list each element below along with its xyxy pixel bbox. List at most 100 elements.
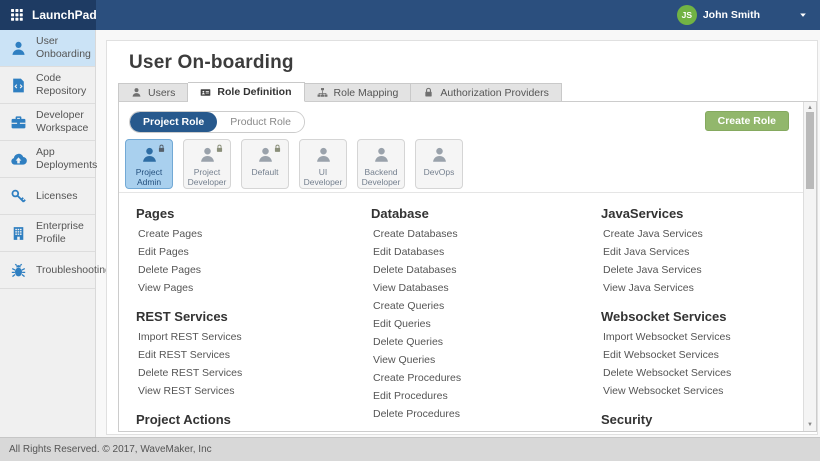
permission-section: DatabaseCreate DatabasesEdit DatabasesDe… xyxy=(371,206,601,423)
briefcase-icon xyxy=(10,114,27,131)
sidebar-item-troubleshooting[interactable]: Troubleshooting xyxy=(0,252,95,289)
tab-authorization-providers[interactable]: Authorization Providers xyxy=(411,83,562,102)
main-panel: User On-boarding UsersRole DefinitionRol… xyxy=(106,40,818,435)
sidebar-item-developer-workspace[interactable]: DeveloperWorkspace xyxy=(0,104,95,141)
permission-section: Project Actions xyxy=(136,412,371,427)
apps-grid-icon[interactable] xyxy=(10,8,24,22)
role-card-label-line: Developer xyxy=(304,178,343,188)
permission-section: Security xyxy=(601,412,803,427)
sidebar-item-licenses[interactable]: Licenses xyxy=(0,178,95,215)
permission-section: Websocket Services Import Websocket Servi… xyxy=(601,309,803,400)
role-card-default[interactable]: Default xyxy=(241,139,289,189)
tab-label: Role Definition xyxy=(217,86,291,98)
lock-icon xyxy=(273,144,282,153)
permission-item: Delete Queries xyxy=(371,333,601,351)
sidebar-item-label-line: Developer xyxy=(36,109,88,122)
sidebar-item-label: UserOnboarding xyxy=(36,35,91,61)
role-card-backend-developer[interactable]: BackendDeveloper xyxy=(357,139,405,189)
role-card-project-admin[interactable]: ProjectAdmin xyxy=(125,139,173,189)
sidebar-item-label: EnterpriseProfile xyxy=(36,220,84,246)
lock-icon xyxy=(215,144,224,153)
code-file-icon xyxy=(10,77,27,94)
permission-group-title: JavaServices xyxy=(601,206,803,221)
role-card-label: ProjectDeveloper xyxy=(188,168,227,187)
tab-role-definition[interactable]: Role Definition xyxy=(188,82,304,102)
permission-item: Delete Procedures xyxy=(371,405,601,423)
permission-item: Edit Websocket Services xyxy=(601,346,803,364)
permission-item: Create Java Services xyxy=(601,225,803,243)
permission-item: Edit Java Services xyxy=(601,243,803,261)
copyright-text: All Rights Reserved. © 2017, WaveMaker, … xyxy=(9,444,212,455)
cloud-upload-icon xyxy=(10,151,27,168)
tab-label: Users xyxy=(148,87,175,99)
tab-bar: Users Role Definition Role Mapping Authoriz… xyxy=(118,82,562,102)
user-icon xyxy=(372,146,391,164)
sidebar-item-enterprise-profile[interactable]: EnterpriseProfile xyxy=(0,215,95,252)
sidebar-item-label: Troubleshooting xyxy=(36,264,111,277)
permission-item: Edit REST Services xyxy=(136,346,371,364)
avatar[interactable]: JS xyxy=(677,5,697,25)
role-card-ui-developer[interactable]: UIDeveloper xyxy=(299,139,347,189)
lock-icon xyxy=(423,87,434,98)
permission-item: Delete REST Services xyxy=(136,364,371,382)
create-role-button[interactable]: Create Role xyxy=(705,111,789,131)
sidebar-item-label: DeveloperWorkspace xyxy=(36,109,88,135)
permission-item: View Websocket Services xyxy=(601,382,803,400)
role-card-devops[interactable]: DevOps xyxy=(415,139,463,189)
sidebar-item-label-line: Troubleshooting xyxy=(36,264,111,277)
user-icon xyxy=(140,146,159,164)
sidebar-item-label-line: Licenses xyxy=(36,190,77,203)
permission-item: View Java Services xyxy=(601,279,803,297)
sidebar-item-label: Licenses xyxy=(36,190,77,203)
role-card-label: DevOps xyxy=(424,168,455,178)
permission-item: View Queries xyxy=(371,351,601,369)
role-card-label-line: Admin xyxy=(136,178,162,188)
sidebar-item-label-line: Workspace xyxy=(36,122,88,135)
user-icon xyxy=(314,146,333,164)
sidebar-item-label-line: App xyxy=(36,146,97,159)
permission-item: Delete Databases xyxy=(371,261,601,279)
caret-down-icon[interactable] xyxy=(798,10,808,20)
role-definition-pane: Project RoleProduct Role Create Role Pro… xyxy=(118,101,817,432)
permission-item: View Pages xyxy=(136,279,371,297)
tab-users[interactable]: Users xyxy=(118,83,188,102)
key-icon xyxy=(10,188,27,205)
scroll-up-arrow-icon[interactable]: ▲ xyxy=(804,104,816,112)
app-brand: LaunchPad xyxy=(0,0,96,30)
sidebar-item-label: CodeRepository xyxy=(36,72,86,98)
permission-item: Import REST Services xyxy=(136,328,371,346)
user-menu[interactable]: JS John Smith xyxy=(677,5,820,25)
role-card-label-line: Default xyxy=(252,168,279,178)
bug-icon xyxy=(10,262,27,279)
permission-section: JavaServices Create Java ServicesEdit Jav… xyxy=(601,206,803,297)
sidebar-item-label: AppDeployments xyxy=(36,146,97,172)
permission-section: PagesCreate PagesEdit PagesDelete PagesV… xyxy=(136,206,371,297)
sidebar-item-code-repository[interactable]: CodeRepository xyxy=(0,67,95,104)
sidebar-item-user-onboarding[interactable]: UserOnboarding xyxy=(0,30,95,67)
scrollbar-thumb[interactable] xyxy=(806,112,814,189)
scroll-down-arrow-icon[interactable]: ▼ xyxy=(804,421,816,429)
user-icon xyxy=(131,87,142,98)
vertical-scrollbar[interactable]: ▲ ▼ xyxy=(803,102,816,431)
id-card-icon xyxy=(200,87,211,98)
role-type-tab-product-role[interactable]: Product Role xyxy=(217,112,304,132)
user-icon xyxy=(430,146,449,164)
permission-item: Import Websocket Services xyxy=(601,328,803,346)
role-card-project-developer[interactable]: ProjectDeveloper xyxy=(183,139,231,189)
lock-icon xyxy=(157,144,166,153)
role-card-label: UIDeveloper xyxy=(304,168,343,187)
permission-item: Edit Procedures xyxy=(371,387,601,405)
permission-item: Delete Pages xyxy=(136,261,371,279)
permission-item: View REST Services xyxy=(136,382,371,400)
sidebar-item-label-line: Repository xyxy=(36,85,86,98)
permission-group-title: Websocket Services xyxy=(601,309,803,324)
sidebar-item-app-deployments[interactable]: AppDeployments xyxy=(0,141,95,178)
role-type-tab-project-role[interactable]: Project Role xyxy=(130,112,217,132)
tab-label: Role Mapping xyxy=(334,87,399,99)
permission-item: Edit Pages xyxy=(136,243,371,261)
user-icon xyxy=(256,146,275,164)
permission-group-title: REST Services xyxy=(136,309,371,324)
tab-role-mapping[interactable]: Role Mapping xyxy=(305,83,412,102)
permissions-column: JavaServices Create Java ServicesEdit Jav… xyxy=(601,206,803,431)
sitemap-icon xyxy=(317,87,328,98)
